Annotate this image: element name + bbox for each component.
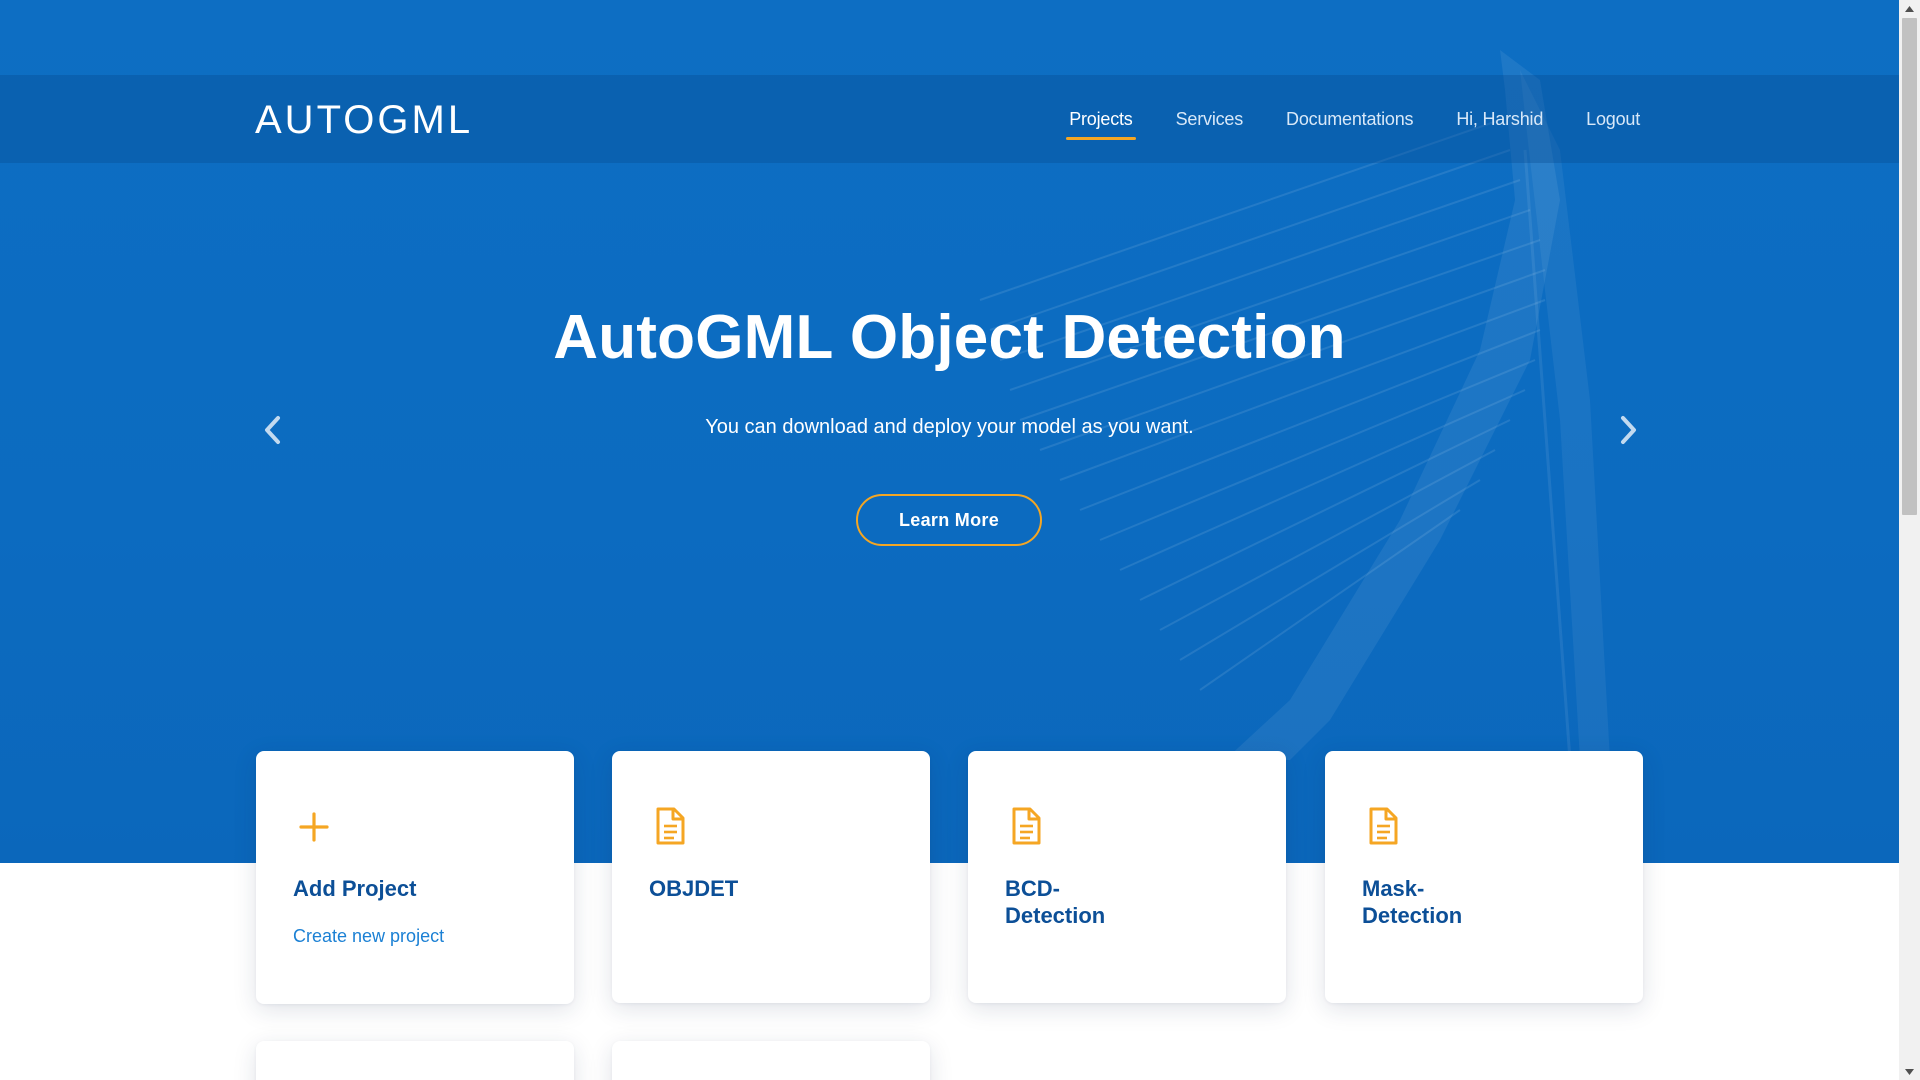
plus-icon	[299, 812, 329, 842]
project-card[interactable]: OBJDET	[612, 751, 930, 1003]
scroll-up-arrow-icon[interactable]	[1899, 0, 1920, 17]
nav-services[interactable]: Services	[1173, 99, 1246, 140]
nav-projects[interactable]: Projects	[1066, 99, 1137, 140]
page-viewport: AUTOGML Projects Services Documentations…	[0, 0, 1899, 1080]
learn-more-button[interactable]: Learn More	[856, 494, 1042, 546]
hero-title: AutoGML Object Detection	[553, 303, 1346, 372]
carousel-prev-button[interactable]	[258, 412, 288, 448]
chevron-right-icon	[1621, 416, 1636, 444]
nav-user-greeting[interactable]: Hi, Harshid	[1453, 99, 1546, 140]
nav-logout[interactable]: Logout	[1583, 99, 1643, 140]
main-nav: Projects Services Documentations Hi, Har…	[1029, 75, 1643, 163]
chevron-left-icon	[265, 416, 280, 444]
document-icon	[1369, 807, 1398, 845]
brand-logo[interactable]: AUTOGML	[255, 98, 473, 143]
project-card-partial[interactable]	[612, 1041, 930, 1080]
nav-documentations[interactable]: Documentations	[1283, 99, 1416, 140]
project-title: OBJDET	[649, 876, 739, 901]
scrollbar-thumb[interactable]	[1902, 18, 1917, 515]
top-navbar: AUTOGML Projects Services Documentations…	[0, 75, 1899, 163]
document-icon	[656, 807, 685, 845]
project-card-partial[interactable]	[256, 1041, 574, 1080]
add-project-title: Add Project	[293, 876, 417, 901]
create-project-link[interactable]: Create new project	[293, 926, 444, 947]
add-project-card[interactable]: Add Project Create new project	[256, 751, 574, 1004]
project-card[interactable]: BCD- Detection	[968, 751, 1286, 1003]
document-icon	[1012, 807, 1041, 845]
project-title: Mask- Detection	[1362, 876, 1463, 928]
hero-section: AUTOGML Projects Services Documentations…	[0, 0, 1899, 863]
project-title: BCD- Detection	[1005, 876, 1106, 928]
scroll-down-arrow-icon[interactable]	[1899, 1063, 1920, 1080]
carousel-next-button[interactable]	[1613, 412, 1643, 448]
vertical-scrollbar[interactable]	[1899, 0, 1920, 1080]
project-card[interactable]: Mask- Detection	[1325, 751, 1643, 1003]
